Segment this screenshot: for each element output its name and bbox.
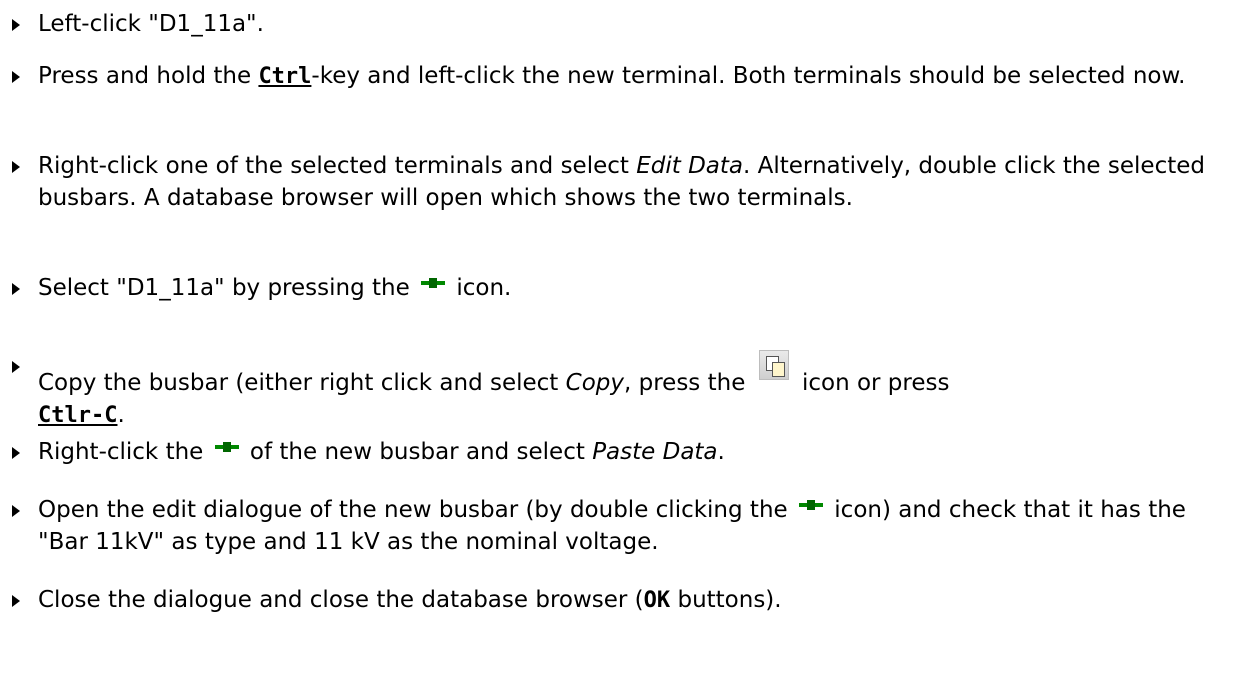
step-text: buttons). xyxy=(670,587,782,613)
bullet-icon xyxy=(12,447,20,459)
bullet-icon xyxy=(12,595,20,607)
step-6: Right-click the of the new busbar and se… xyxy=(12,436,1220,468)
step-2: Press and hold the Ctrl-key and left-cli… xyxy=(12,60,1220,93)
bullet-icon xyxy=(12,161,20,173)
step-text: Right-click one of the selected terminal… xyxy=(38,153,637,179)
step-text: . xyxy=(717,439,725,465)
instruction-list: Left-click "D1_11a". Press and hold the … xyxy=(0,0,1244,673)
step-text: -key and left-click the new terminal. Bo… xyxy=(311,63,1186,89)
key-ok: OK xyxy=(643,588,671,613)
step-text: Press and hold the xyxy=(38,63,259,89)
bullet-icon xyxy=(12,71,20,83)
step-4: Select "D1_11a" by pressing the icon. xyxy=(12,272,1220,304)
bullet-icon xyxy=(12,283,20,295)
step-8: Close the dialogue and close the databas… xyxy=(12,584,1220,617)
step-5: Copy the busbar (either right click and … xyxy=(12,350,1220,432)
key-ctrl: Ctrl xyxy=(258,64,312,89)
bullet-icon xyxy=(12,361,20,373)
step-text: Open the edit dialogue of the new busbar… xyxy=(38,497,795,523)
step-text: Close the dialogue and close the databas… xyxy=(38,587,644,613)
busbar-icon xyxy=(214,439,239,455)
step-text: Select "D1_11a" by pressing the xyxy=(38,275,418,301)
busbar-icon xyxy=(798,497,823,513)
step-text: of the new busbar and select xyxy=(242,439,593,465)
menu-item-copy: Copy xyxy=(565,370,624,396)
menu-item-edit-data: Edit Data xyxy=(636,153,743,179)
busbar-icon xyxy=(421,275,446,291)
step-1: Left-click "D1_11a". xyxy=(12,8,1220,40)
step-7: Open the edit dialogue of the new busbar… xyxy=(12,494,1220,558)
key-ctrl-c: Ctlr-C xyxy=(38,403,118,428)
step-text: icon or press xyxy=(794,370,950,396)
step-text: Right-click the xyxy=(38,439,211,465)
step-text: . xyxy=(117,402,125,428)
step-text: , press the xyxy=(624,370,753,396)
step-text: Left-click "D1_11a". xyxy=(38,11,264,37)
step-3: Right-click one of the selected terminal… xyxy=(12,150,1220,214)
step-text: icon. xyxy=(449,275,512,301)
bullet-icon xyxy=(12,505,20,517)
copy-icon xyxy=(758,350,789,380)
step-text: Copy the busbar (either right click and … xyxy=(38,370,566,396)
bullet-icon xyxy=(12,19,20,31)
menu-item-paste-data: Paste Data xyxy=(592,439,718,465)
